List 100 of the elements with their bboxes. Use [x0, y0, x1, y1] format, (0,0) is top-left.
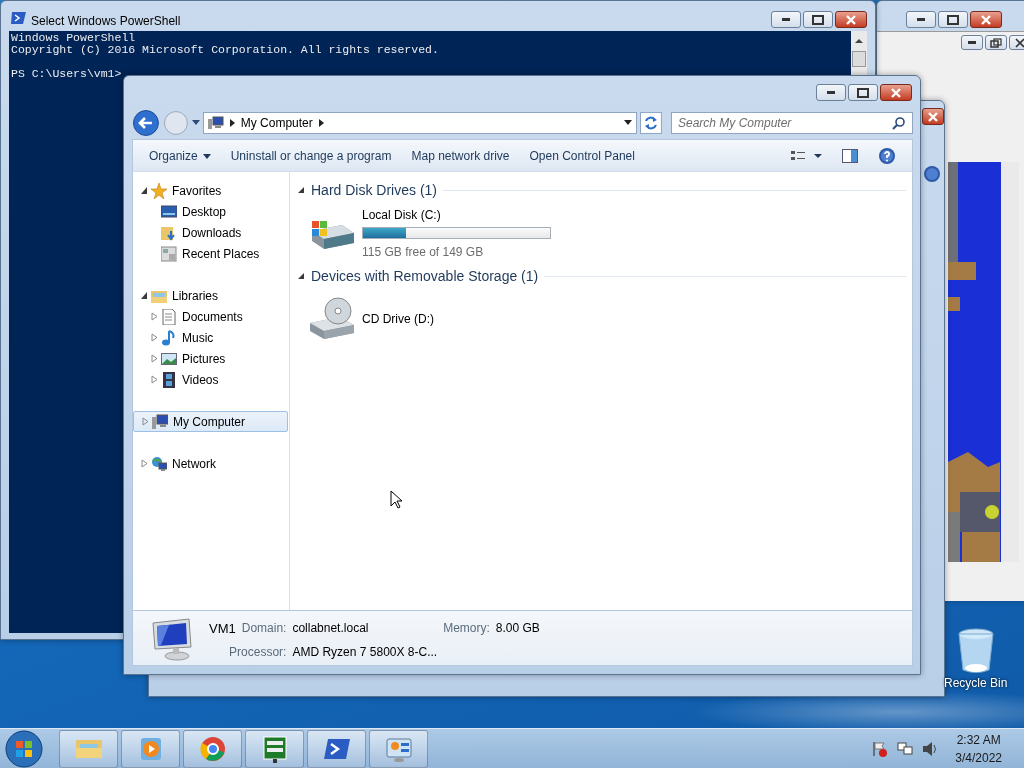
minimize-button[interactable]: [771, 11, 801, 28]
field-label: Domain:: [241, 620, 287, 637]
desktop-icon-label[interactable]: Recycle Bin: [944, 674, 1008, 692]
toolbar-button[interactable]: Uninstall or change a program: [220, 143, 402, 168]
console-text: Windows PowerShell: [10, 32, 136, 44]
free-space-text: 115 GB free of 149 GB: [362, 243, 485, 261]
toolbar-button[interactable]: Map network drive: [401, 143, 520, 168]
field-label: Memory:: [443, 620, 490, 637]
restore-button[interactable]: [985, 35, 1007, 50]
expand-arrow-icon[interactable]: [150, 354, 158, 363]
address-bar[interactable]: My Computer: [202, 111, 638, 134]
close-button[interactable]: [880, 84, 912, 101]
tree-item[interactable]: Recent Places: [133, 243, 288, 264]
tree-item[interactable]: Downloads: [133, 222, 288, 243]
collapse-arrow-icon[interactable]: [298, 186, 305, 194]
network-icon: [151, 455, 167, 472]
field-label: Processor:: [228, 643, 287, 661]
network-icon[interactable]: [897, 740, 914, 757]
collapse-arrow-icon[interactable]: [140, 291, 148, 300]
maximize-button[interactable]: [803, 11, 833, 28]
minimize-icon: [968, 41, 976, 44]
computer-name: VM1: [209, 620, 236, 638]
tree-item[interactable]: Pictures: [133, 348, 288, 369]
tree-item[interactable]: Videos: [133, 369, 288, 390]
search-field[interactable]: Search My Computer: [671, 111, 913, 134]
collapse-arrow-icon[interactable]: [140, 186, 148, 195]
field-value: AMD Ryzen 7 5800X 8-C...: [292, 643, 438, 661]
close-icon: [845, 14, 857, 25]
drive-name[interactable]: CD Drive (D:): [362, 310, 434, 328]
search-icon: [892, 115, 906, 130]
expand-arrow-icon[interactable]: [150, 375, 158, 384]
flag-icon[interactable]: [872, 740, 889, 757]
maximize-icon: [812, 14, 824, 25]
minimize-button[interactable]: [906, 11, 936, 28]
console-prompt: PS C:\Users\vm1>: [10, 68, 122, 80]
film-icon: [161, 371, 177, 388]
maximize-button[interactable]: [848, 84, 878, 101]
document-icon: [161, 308, 177, 325]
tree-item[interactable]: Documents: [133, 306, 288, 327]
prompt-icon: [11, 11, 27, 25]
field-value: 8.00 GB: [495, 620, 540, 637]
dropdown-icon[interactable]: [191, 119, 200, 126]
tree-item[interactable]: Favorites: [133, 180, 288, 201]
close-button[interactable]: [970, 11, 1002, 28]
minimize-icon: [827, 91, 835, 94]
close-icon: [980, 14, 992, 25]
chevron-icon: [318, 118, 324, 127]
preview-pane-icon: [842, 149, 858, 164]
minimize-icon: [782, 18, 790, 21]
music-note-icon: [161, 329, 177, 346]
close-icon: [890, 87, 902, 98]
maximize-icon: [857, 87, 869, 98]
field-value: collabnet.local: [292, 620, 370, 637]
tree-item[interactable]: Desktop: [133, 201, 288, 222]
group-heading: Devices with Removable Storage (1): [311, 266, 539, 286]
group-heading: Hard Disk Drives (1): [311, 180, 437, 200]
image-icon: [161, 350, 177, 367]
tree-item[interactable]: Music: [133, 327, 288, 348]
taskbar-button[interactable]: [245, 729, 304, 768]
toolbar-button[interactable]: Organize: [139, 143, 221, 168]
recycle-bin-icon[interactable]: [955, 628, 996, 674]
back-icon[interactable]: [132, 108, 160, 137]
tree-item[interactable]: Network: [133, 453, 288, 474]
taskbar-button[interactable]: [369, 729, 428, 768]
tree-item[interactable]: My Computer: [133, 411, 288, 432]
scroll-thumb[interactable]: [852, 51, 866, 67]
minimize-icon: [917, 18, 925, 21]
computer-icon: [207, 115, 224, 130]
minimize-button[interactable]: [961, 35, 983, 50]
close-button[interactable]: [835, 11, 867, 28]
recent-places-icon: [161, 245, 177, 262]
collapse-arrow-icon[interactable]: [298, 272, 305, 280]
expand-arrow-icon[interactable]: [141, 417, 149, 426]
speaker-icon[interactable]: [922, 740, 939, 757]
refresh-icon[interactable]: [640, 111, 662, 134]
taskbar-button[interactable]: [307, 729, 366, 768]
restore-icon: [990, 37, 1002, 48]
expand-arrow-icon[interactable]: [150, 312, 158, 321]
monitor-icon: [149, 617, 195, 661]
close-icon: [1014, 37, 1024, 48]
taskbar-button[interactable]: [183, 729, 242, 768]
maximize-button[interactable]: [938, 11, 968, 28]
computer-icon: [152, 413, 168, 430]
start-button[interactable]: [4, 728, 44, 768]
dropdown-icon[interactable]: [624, 119, 633, 126]
cd-drive-icon: [308, 297, 356, 341]
close-icon: [927, 111, 939, 122]
minimize-button[interactable]: [816, 84, 846, 101]
close-button[interactable]: [922, 108, 944, 125]
clock-date[interactable]: 3/4/2022: [955, 748, 1002, 767]
toolbar-button[interactable]: Open Control Panel: [519, 143, 645, 168]
breadcrumb-item[interactable]: My Computer: [240, 113, 313, 132]
clock-time[interactable]: 2:32 AM: [955, 730, 1002, 749]
expand-arrow-icon[interactable]: [150, 333, 158, 342]
window-title: Select Windows PowerShell: [31, 13, 181, 30]
chevron-icon: [229, 118, 235, 127]
tree-item[interactable]: Libraries: [133, 285, 288, 306]
drive-name[interactable]: Local Disk (C:): [362, 205, 551, 224]
expand-arrow-icon[interactable]: [140, 459, 148, 468]
caret-icon: [202, 153, 211, 159]
